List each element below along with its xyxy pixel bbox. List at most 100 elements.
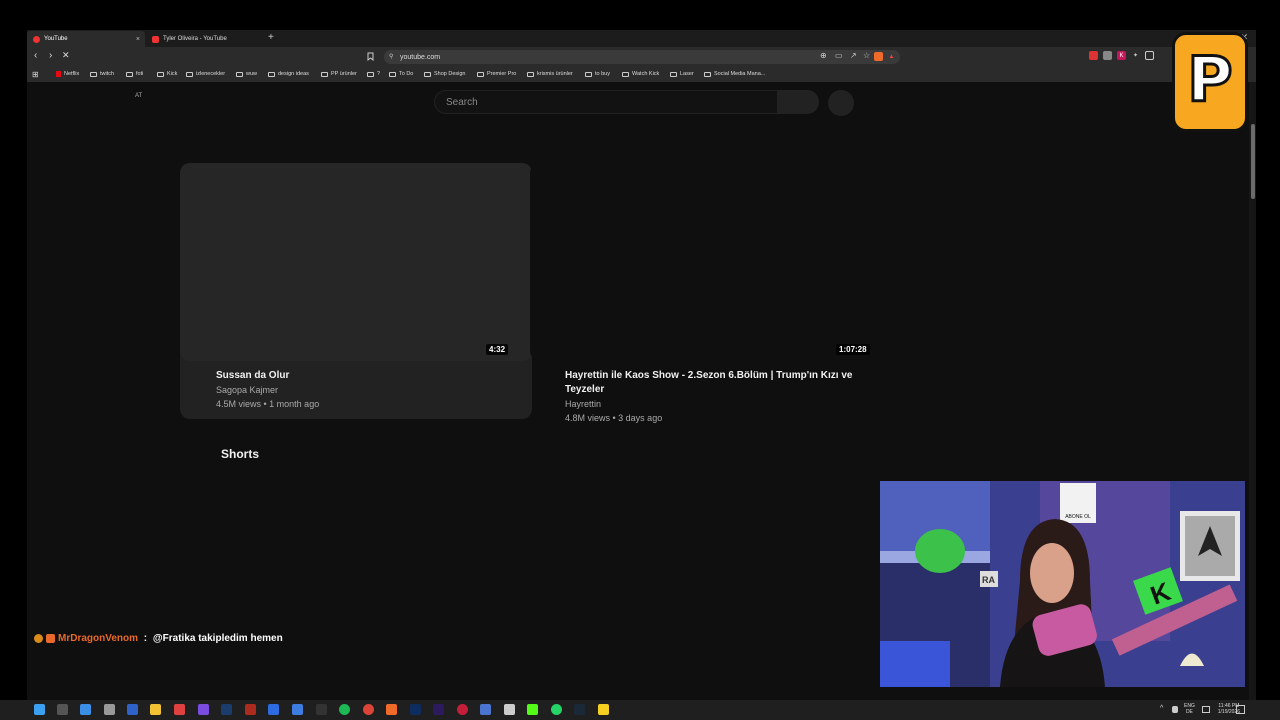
bookmark-page-icon[interactable] — [367, 52, 374, 63]
bookmark-folder[interactable]: design ideas — [268, 71, 309, 77]
chrome-icon[interactable] — [363, 704, 374, 715]
tray-chevron-icon[interactable]: ^ — [1160, 705, 1163, 712]
video-thumbnail[interactable] — [530, 163, 882, 361]
bookmark-folder[interactable]: foti — [126, 71, 143, 77]
video-card[interactable]: 1:07:28 Hayrettin ile Kaos Show - 2.Sezo… — [530, 163, 882, 433]
bookmark-folder[interactable]: krismis ürünler — [527, 71, 573, 77]
app-icon[interactable] — [598, 704, 609, 715]
forward-icon[interactable]: › — [49, 50, 52, 61]
poster-text: ABONE OL — [1065, 514, 1091, 520]
app-icon[interactable] — [268, 704, 279, 715]
tab-tyler-oliveira[interactable]: Tyler Oliveira - YouTube — [146, 31, 264, 47]
video-thumbnail[interactable] — [180, 163, 532, 361]
brave-shield-icon[interactable] — [874, 52, 883, 61]
bookmark-star-icon[interactable]: ☆ — [863, 51, 870, 60]
stop-loading-icon[interactable]: ✕ — [62, 50, 70, 61]
extension-icon[interactable] — [1103, 51, 1112, 60]
video-title[interactable]: Sussan da Olur — [216, 369, 289, 383]
file-explorer-icon[interactable] — [150, 704, 161, 715]
site-info-icon[interactable]: ⚲ — [389, 53, 393, 60]
app-icon[interactable] — [504, 704, 515, 715]
language-indicator[interactable]: ENG DE — [1184, 703, 1195, 715]
bookmark-folder[interactable]: Laser — [670, 71, 694, 77]
bookmark-folder[interactable]: izlenecekler — [186, 71, 225, 77]
apps-grid-icon[interactable]: ⊞ — [32, 70, 39, 79]
chat-message: MrDragonVenom : @Fratika takipledim heme… — [34, 633, 283, 644]
app-icon[interactable] — [221, 704, 232, 715]
brave-icon[interactable] — [386, 704, 397, 715]
folder-icon — [236, 71, 243, 77]
search-input[interactable]: Search — [434, 90, 778, 114]
brave-rewards-icon[interactable]: ▲ — [887, 52, 896, 61]
omnibox[interactable]: ⚲ youtube.com ⊕ ▭ ↗ ☆ ▲ — [384, 50, 900, 64]
extensions-puzzle-icon[interactable]: ✦ — [1131, 51, 1140, 60]
cast-icon[interactable]: ▭ — [835, 51, 843, 60]
url-text: youtube.com — [400, 53, 441, 61]
video-title-line2[interactable]: Teyzeler — [565, 383, 604, 397]
bookmark-folder[interactable]: wuw — [236, 71, 257, 77]
voice-search-button[interactable] — [828, 90, 854, 116]
share-icon[interactable]: ↗ — [850, 51, 857, 60]
extension-icon[interactable]: K — [1117, 51, 1126, 60]
bookmark-folder[interactable]: Premier Pro — [477, 71, 516, 77]
video-channel[interactable]: Sagopa Kajmer — [216, 385, 278, 395]
video-channel[interactable]: Hayrettin — [565, 399, 601, 409]
start-icon[interactable] — [34, 704, 45, 715]
app-icon[interactable] — [480, 704, 491, 715]
bookmark-folder[interactable]: twitch — [90, 71, 114, 77]
taskbar: ^ ENG DE 11:46 PM 1/19/2026 — [0, 700, 1280, 720]
video-card[interactable]: 4:32 Sussan da Olur Sagopa Kajmer 4.5M v… — [180, 163, 532, 419]
premiere-icon[interactable] — [433, 704, 444, 715]
app-icon[interactable] — [198, 704, 209, 715]
search-button[interactable] — [777, 90, 819, 114]
scrollbar-thumb[interactable] — [1251, 124, 1255, 199]
whatsapp-icon[interactable] — [551, 704, 562, 715]
extension-icon[interactable] — [1089, 51, 1098, 60]
folder-icon — [186, 71, 193, 77]
app-icon[interactable] — [316, 704, 327, 715]
bookmark-folder[interactable]: To Do — [389, 71, 413, 77]
tray-icon[interactable] — [1172, 706, 1178, 713]
close-tab-icon[interactable]: × — [136, 36, 140, 43]
zoom-icon[interactable]: ⊕ — [820, 51, 827, 60]
notification-icon[interactable] — [1236, 705, 1245, 714]
task-view-icon[interactable] — [57, 704, 68, 715]
person-face — [1030, 543, 1074, 603]
folder-icon — [321, 71, 328, 77]
crown-badge-icon — [34, 634, 43, 643]
tab-youtube[interactable]: YouTube × — [27, 31, 145, 47]
bookmark-folder[interactable]: Kick — [157, 71, 177, 77]
bookmark-folder[interactable]: Social Media Mana... — [704, 71, 765, 77]
kick-icon[interactable] — [527, 704, 538, 715]
app-icon[interactable] — [127, 704, 138, 715]
steam-icon[interactable] — [574, 704, 585, 715]
opera-icon[interactable] — [457, 704, 468, 715]
search-placeholder: Search — [446, 96, 478, 108]
new-tab-button[interactable]: + — [268, 32, 274, 43]
shelf-letters: RA — [982, 575, 995, 585]
webcam-overlay: ABONE OL RA K — [880, 481, 1245, 687]
screen: YouTube × Tyler Oliveira - YouTube + ✕ ‹… — [0, 0, 1280, 720]
app-icon[interactable] — [174, 704, 185, 715]
bookmark-folder[interactable]: to buy — [585, 71, 610, 77]
spotify-icon[interactable] — [339, 704, 350, 715]
display-icon[interactable] — [1202, 706, 1210, 713]
bookmark-folder[interactable]: ? — [367, 71, 380, 77]
video-title-line1[interactable]: Hayrettin ile Kaos Show - 2.Sezon 6.Bölü… — [565, 369, 852, 383]
app-icon[interactable] — [104, 704, 115, 715]
tab-bar: YouTube × Tyler Oliveira - YouTube + ✕ — [27, 30, 1256, 47]
photoshop-icon[interactable] — [410, 704, 421, 715]
sidebar-icon[interactable] — [1145, 51, 1154, 60]
folder-icon — [126, 71, 133, 77]
green-plush — [915, 529, 965, 573]
bookmark-folder[interactable]: PP ürünler — [321, 71, 357, 77]
app-icon[interactable] — [80, 704, 91, 715]
app-icon[interactable] — [292, 704, 303, 715]
folder-icon — [477, 71, 484, 77]
bookmark-folder[interactable]: Shop Design — [424, 71, 466, 77]
back-icon[interactable]: ‹ — [34, 50, 37, 61]
youtube-favicon-icon — [152, 35, 159, 43]
bookmark-folder[interactable]: Watch Kick — [622, 71, 659, 77]
illustrator-icon[interactable] — [245, 704, 256, 715]
bookmark-item[interactable]: Netflix — [56, 71, 79, 77]
